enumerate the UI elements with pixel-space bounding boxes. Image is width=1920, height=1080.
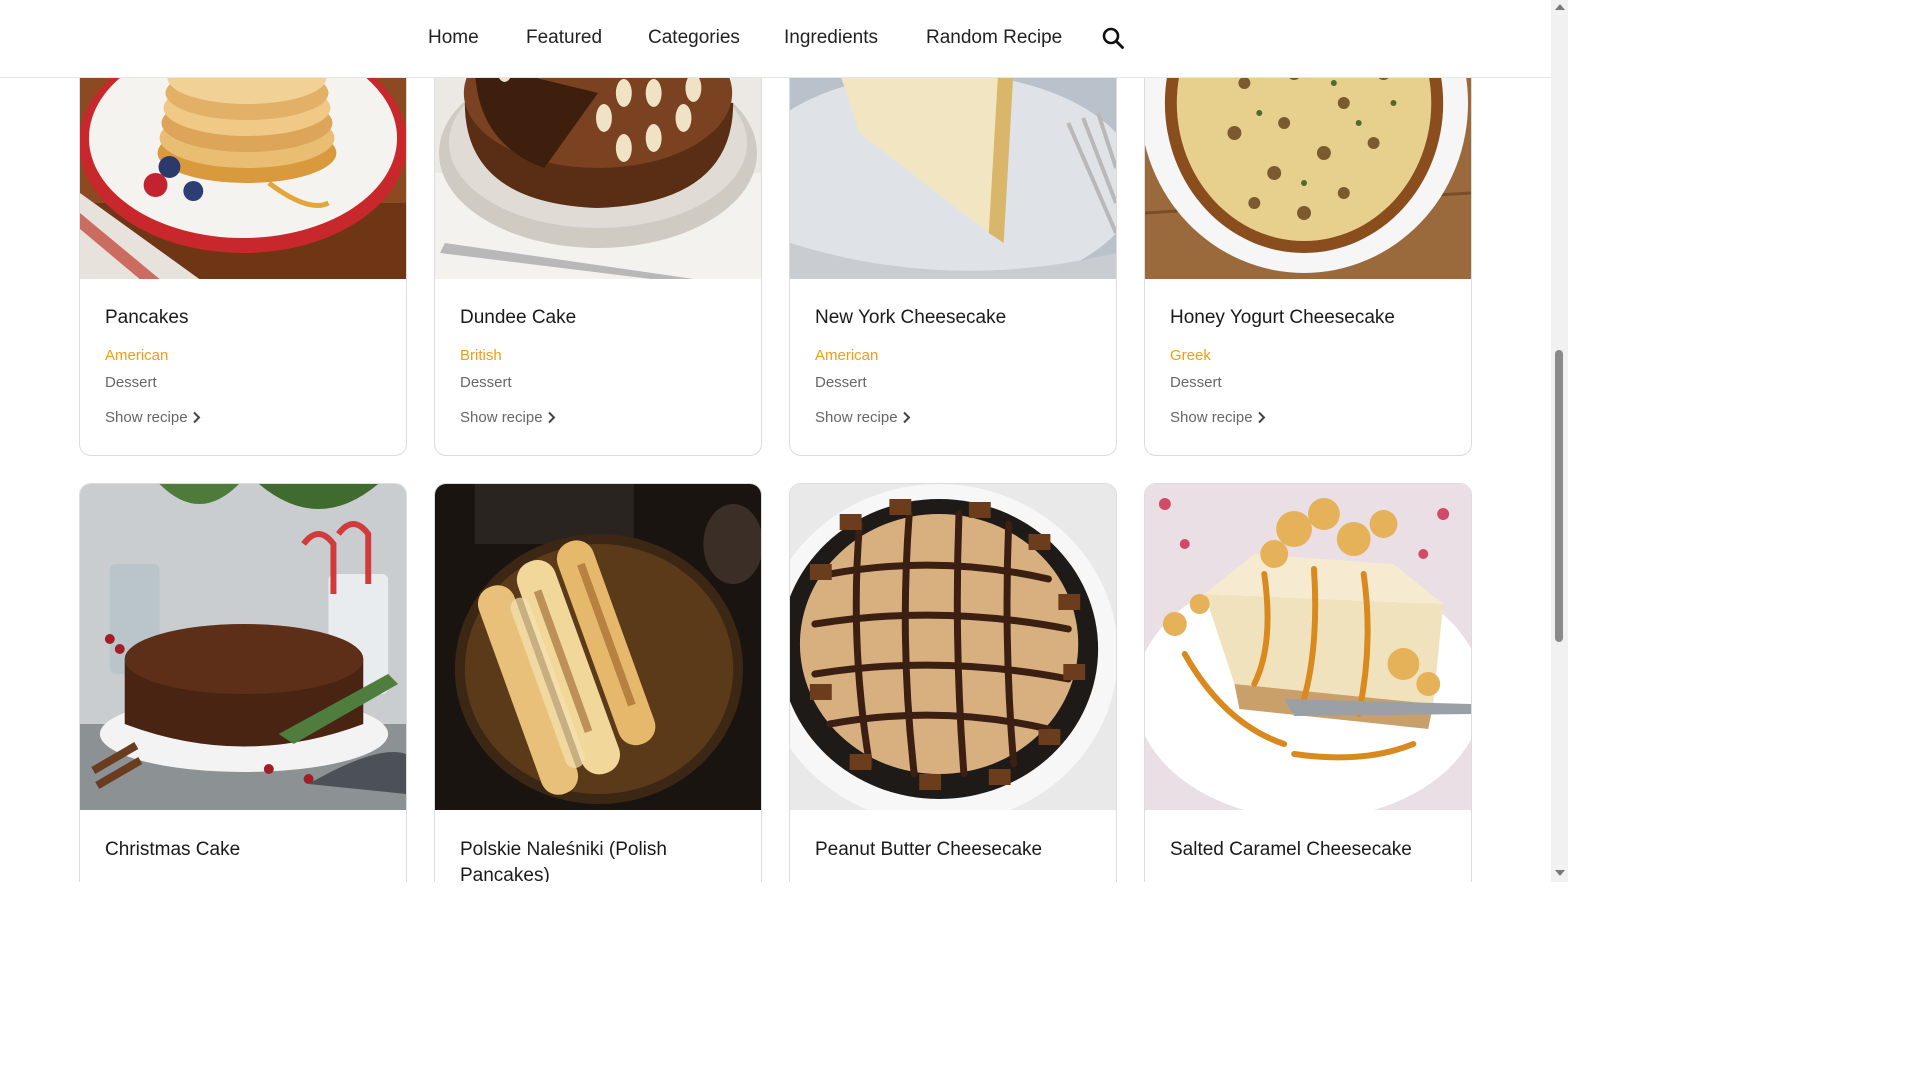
recipe-title[interactable]: Polskie Naleśniki (Polish Pancakes)	[460, 837, 750, 882]
chevron-right-icon	[547, 410, 556, 430]
recipe-title[interactable]: Dundee Cake	[460, 305, 750, 331]
top-navbar: Home Featured Categories Ingredients Ran…	[0, 0, 1551, 78]
show-recipe-label: Show recipe	[815, 409, 898, 426]
search-icon[interactable]	[1101, 26, 1125, 50]
vertical-scrollbar[interactable]	[1551, 0, 1568, 882]
nav-home[interactable]: Home	[428, 26, 479, 50]
recipe-category: Dessert	[460, 374, 512, 391]
recipe-image-peanut-butter-cheesecake[interactable]	[790, 484, 1116, 810]
recipe-area: British	[460, 347, 502, 364]
show-recipe-label: Show recipe	[460, 409, 543, 426]
nav-ingredients[interactable]: Ingredients	[784, 26, 878, 50]
scrollbar-thumb[interactable]	[1555, 350, 1563, 642]
recipe-title[interactable]: Pancakes	[105, 305, 395, 331]
page: Home Featured Categories Ingredients Ran…	[0, 0, 1568, 882]
scroll-up-arrow-icon[interactable]	[1555, 4, 1565, 10]
chevron-right-icon	[1257, 410, 1266, 430]
recipe-area: American	[815, 347, 879, 364]
show-recipe-label: Show recipe	[105, 409, 188, 426]
recipe-title[interactable]: Salted Caramel Cheesecake	[1170, 837, 1460, 863]
show-recipe-link[interactable]: Show recipe	[1170, 408, 1266, 430]
nav-categories[interactable]: Categories	[648, 26, 740, 50]
recipe-category: Dessert	[105, 374, 157, 391]
recipe-card[interactable]: Polskie Naleśniki (Polish Pancakes)	[434, 483, 762, 882]
recipe-category: Dessert	[1170, 374, 1222, 391]
chevron-right-icon	[902, 410, 911, 430]
recipe-category: Dessert	[815, 374, 867, 391]
recipe-title[interactable]: New York Cheesecake	[815, 305, 1105, 331]
show-recipe-link[interactable]: Show recipe	[460, 408, 556, 430]
nav-random-recipe[interactable]: Random Recipe	[926, 26, 1062, 50]
show-recipe-link[interactable]: Show recipe	[105, 408, 201, 430]
recipe-area: Greek	[1170, 347, 1211, 364]
recipe-title[interactable]: Honey Yogurt Cheesecake	[1170, 305, 1460, 331]
recipe-title[interactable]: Peanut Butter Cheesecake	[815, 837, 1105, 863]
show-recipe-label: Show recipe	[1170, 409, 1253, 426]
recipe-image-salted-caramel-cheesecake[interactable]	[1145, 484, 1471, 810]
recipe-card[interactable]: Christmas Cake	[79, 483, 407, 882]
recipe-image-polskie-nalesniki[interactable]	[435, 484, 761, 810]
scroll-down-arrow-icon[interactable]	[1555, 870, 1565, 876]
show-recipe-link[interactable]: Show recipe	[815, 408, 911, 430]
recipe-card[interactable]: Peanut Butter Cheesecake	[789, 483, 1117, 882]
recipe-image-christmas-cake[interactable]	[80, 484, 406, 810]
nav-featured[interactable]: Featured	[526, 26, 602, 50]
chevron-right-icon	[192, 410, 201, 430]
recipe-area: American	[105, 347, 169, 364]
recipe-card[interactable]: Salted Caramel Cheesecake	[1144, 483, 1472, 882]
recipe-title[interactable]: Christmas Cake	[105, 837, 395, 863]
